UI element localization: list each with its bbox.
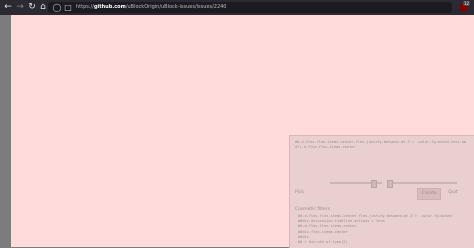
specificity-slider-thumb[interactable] [371, 180, 377, 188]
lock-icon[interactable]: □ [63, 2, 73, 13]
ublock-extension-button[interactable]: 12 [458, 1, 471, 13]
browser-toolbar: ← → ↻ ⌂ ◯ □ https://github.com/uBlockOri… [0, 0, 474, 15]
depth-slider-thumb[interactable] [387, 180, 393, 188]
element-picker-panel: ##.d-flex.flex-items-center.flex-justify… [289, 135, 474, 248]
list-item[interactable]: ## > div:nth-of-type(2) [298, 240, 470, 245]
shield-icon[interactable]: ◯ [52, 2, 62, 13]
candidate-filter-list: ##.d-flex.flex-items-center.flex-justify… [298, 214, 470, 245]
blocked-count-badge: 12 [463, 1, 471, 6]
pick-button[interactable]: Pick [295, 188, 304, 198]
forward-icon[interactable]: → [15, 2, 25, 12]
back-icon[interactable]: ← [3, 2, 13, 12]
cosmetic-filters-title: Cosmetic filters [295, 207, 331, 212]
url-host: github.com [93, 4, 126, 10]
address-bar[interactable]: ◯ □ https://github.com/uBlockOrigin/uBlo… [48, 2, 452, 13]
create-button[interactable]: Create [417, 188, 441, 200]
depth-slider-track[interactable] [387, 182, 457, 184]
page-left-gutter [0, 15, 11, 247]
picker-filter-textarea[interactable]: ##.d-flex.flex-items-center.flex-justify… [295, 140, 467, 150]
url-path: /uBlockOrigin/uBlock-issues/issues/2240 [125, 4, 227, 10]
url-text[interactable]: https://github.com/uBlockOrigin/uBlock-i… [76, 2, 227, 13]
home-icon[interactable]: ⌂ [38, 2, 48, 12]
quit-button[interactable]: Quit [445, 188, 461, 198]
reload-icon[interactable]: ↻ [27, 2, 37, 12]
url-prefix: https:// [76, 4, 94, 10]
